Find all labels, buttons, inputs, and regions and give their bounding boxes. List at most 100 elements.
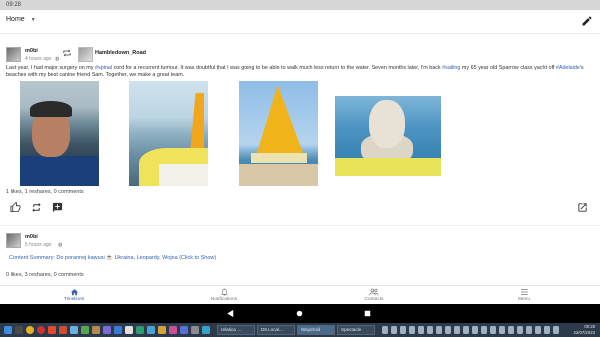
comment-add-icon[interactable] [52, 202, 63, 213]
home-icon [70, 289, 78, 296]
timeline-feed[interactable]: m0bi 4 hours ago ◍ Hambledown_Road Last … [0, 40, 600, 285]
bottom-navigation: Timelines Notifications Contacts Menu [0, 285, 600, 304]
post-image[interactable] [335, 96, 441, 176]
app-icon[interactable] [125, 326, 133, 334]
terminal-icon[interactable] [15, 326, 23, 334]
avatar[interactable] [6, 233, 21, 248]
open-external-icon[interactable] [577, 202, 588, 213]
post-stats[interactable]: 1 likes, 1 reshares, 0 comments [6, 189, 84, 195]
like-icon[interactable] [10, 202, 21, 213]
nav-label: Contacts [364, 297, 384, 302]
nav-timelines[interactable]: Timelines [34, 288, 114, 304]
post-text-segment: Last year, I had major surgery on my [6, 65, 95, 71]
reshare-icon[interactable] [31, 202, 42, 213]
tray-icon[interactable] [544, 326, 550, 334]
post-card: m0bi 5 hours ago ◍ Content Summary: Do p… [0, 230, 600, 285]
bell-icon [221, 288, 227, 296]
taskbar-window[interactable]: Spectacle [337, 325, 375, 335]
post-header: m0bi 4 hours ago ◍ Hambledown_Road [6, 47, 406, 63]
system-navigation-bar [0, 304, 600, 323]
post-author[interactable]: m0bi [25, 234, 38, 240]
tray-icon[interactable] [400, 326, 406, 334]
tray-icon[interactable] [517, 326, 523, 334]
nav-label: Notifications [210, 297, 238, 302]
clock-date: 22/07/2023 [573, 329, 595, 335]
app-icon[interactable] [114, 326, 122, 334]
app-icon[interactable] [103, 326, 111, 334]
recents-icon[interactable] [362, 308, 373, 319]
nav-notifications[interactable]: Notifications [184, 288, 264, 304]
taskbar-clock[interactable]: 09:28 22/07/2023 [573, 324, 595, 335]
taskbar-window[interactable]: D6 Local… [257, 325, 295, 335]
tray-icon[interactable] [526, 326, 532, 334]
tray-icon[interactable] [391, 326, 397, 334]
people-icon [369, 288, 379, 296]
post-image[interactable] [20, 81, 99, 186]
opera-icon[interactable] [37, 326, 45, 334]
content-summary-link[interactable]: Content Summary: Do porannej kawusi ☕ Uk… [9, 255, 216, 261]
app-icon[interactable] [191, 326, 199, 334]
vivaldi-icon[interactable] [48, 326, 56, 334]
tray-icon[interactable] [535, 326, 541, 334]
app-launcher-icon[interactable] [4, 326, 12, 334]
post-card: m0bi 4 hours ago ◍ Hambledown_Road Last … [0, 44, 600, 226]
tray-icon[interactable] [436, 326, 442, 334]
app-icon[interactable] [169, 326, 177, 334]
hashtag-link[interactable]: #Adelaide [556, 65, 580, 71]
home-button-icon[interactable] [294, 308, 305, 319]
taskbar-window[interactable]: Waydroid [297, 325, 335, 335]
tray-icon[interactable] [481, 326, 487, 334]
nav-contacts[interactable]: Contacts [334, 288, 414, 304]
browser-icon[interactable] [26, 326, 34, 334]
reshare-avatar[interactable] [78, 47, 93, 62]
globe-icon: ◍ [58, 242, 63, 248]
edit-icon[interactable] [581, 15, 593, 27]
tray-icon[interactable] [382, 326, 388, 334]
hashtag-link[interactable]: #spinal [95, 65, 112, 71]
tray-icon[interactable] [445, 326, 451, 334]
timeline-selector-label: Home [6, 16, 25, 23]
tray-icon[interactable] [454, 326, 460, 334]
app-icon[interactable] [59, 326, 67, 334]
tray-icon[interactable] [508, 326, 514, 334]
tray-icon[interactable] [463, 326, 469, 334]
app-icon[interactable] [81, 326, 89, 334]
app-icon[interactable] [92, 326, 100, 334]
nav-menu[interactable]: Menu [484, 288, 564, 304]
tray-icon[interactable] [409, 326, 415, 334]
tray-icon[interactable] [490, 326, 496, 334]
app-icon[interactable] [180, 326, 188, 334]
post-image[interactable] [129, 81, 208, 186]
app-icon[interactable] [202, 326, 210, 334]
nav-label: Timelines [63, 297, 85, 302]
desktop-taskbar: relatica … D6 Local… Waydroid Spectacle … [0, 323, 600, 337]
tray-icon[interactable] [472, 326, 478, 334]
taskbar-window[interactable]: relatica … [217, 325, 255, 335]
tray-icon[interactable] [499, 326, 505, 334]
app-icon[interactable] [147, 326, 155, 334]
app-icon[interactable] [136, 326, 144, 334]
app-icon[interactable] [158, 326, 166, 334]
post-time: 5 hours ago [25, 242, 52, 248]
app-icon[interactable] [70, 326, 78, 334]
reshared-from-author[interactable]: Hambledown_Road [95, 50, 146, 56]
post-author[interactable]: m0bi [25, 48, 38, 54]
globe-icon: ◍ [55, 56, 60, 62]
status-time: 09:28 [6, 2, 22, 8]
post-stats[interactable]: 0 likes, 3 reshares, 0 comments [6, 272, 84, 278]
post-text-segment: cord for a recurrent tumour. It was doub… [112, 65, 443, 71]
post-text-segment: my 65 year old Sparrow class yacht off [460, 65, 556, 71]
app-bar: Home ▼ [0, 10, 600, 34]
post-text: Last year, I had major surgery on my #sp… [6, 65, 594, 80]
menu-icon [520, 288, 528, 296]
post-image[interactable] [239, 81, 318, 186]
reshare-icon [63, 49, 71, 57]
timeline-selector[interactable]: Home ▼ [6, 16, 36, 23]
tray-icon[interactable] [418, 326, 424, 334]
post-actions [10, 202, 590, 214]
back-icon[interactable] [225, 308, 236, 319]
tray-icon[interactable] [427, 326, 433, 334]
hashtag-link[interactable]: #sailing [442, 65, 460, 71]
tray-icon[interactable] [553, 326, 559, 334]
avatar[interactable] [6, 47, 21, 62]
